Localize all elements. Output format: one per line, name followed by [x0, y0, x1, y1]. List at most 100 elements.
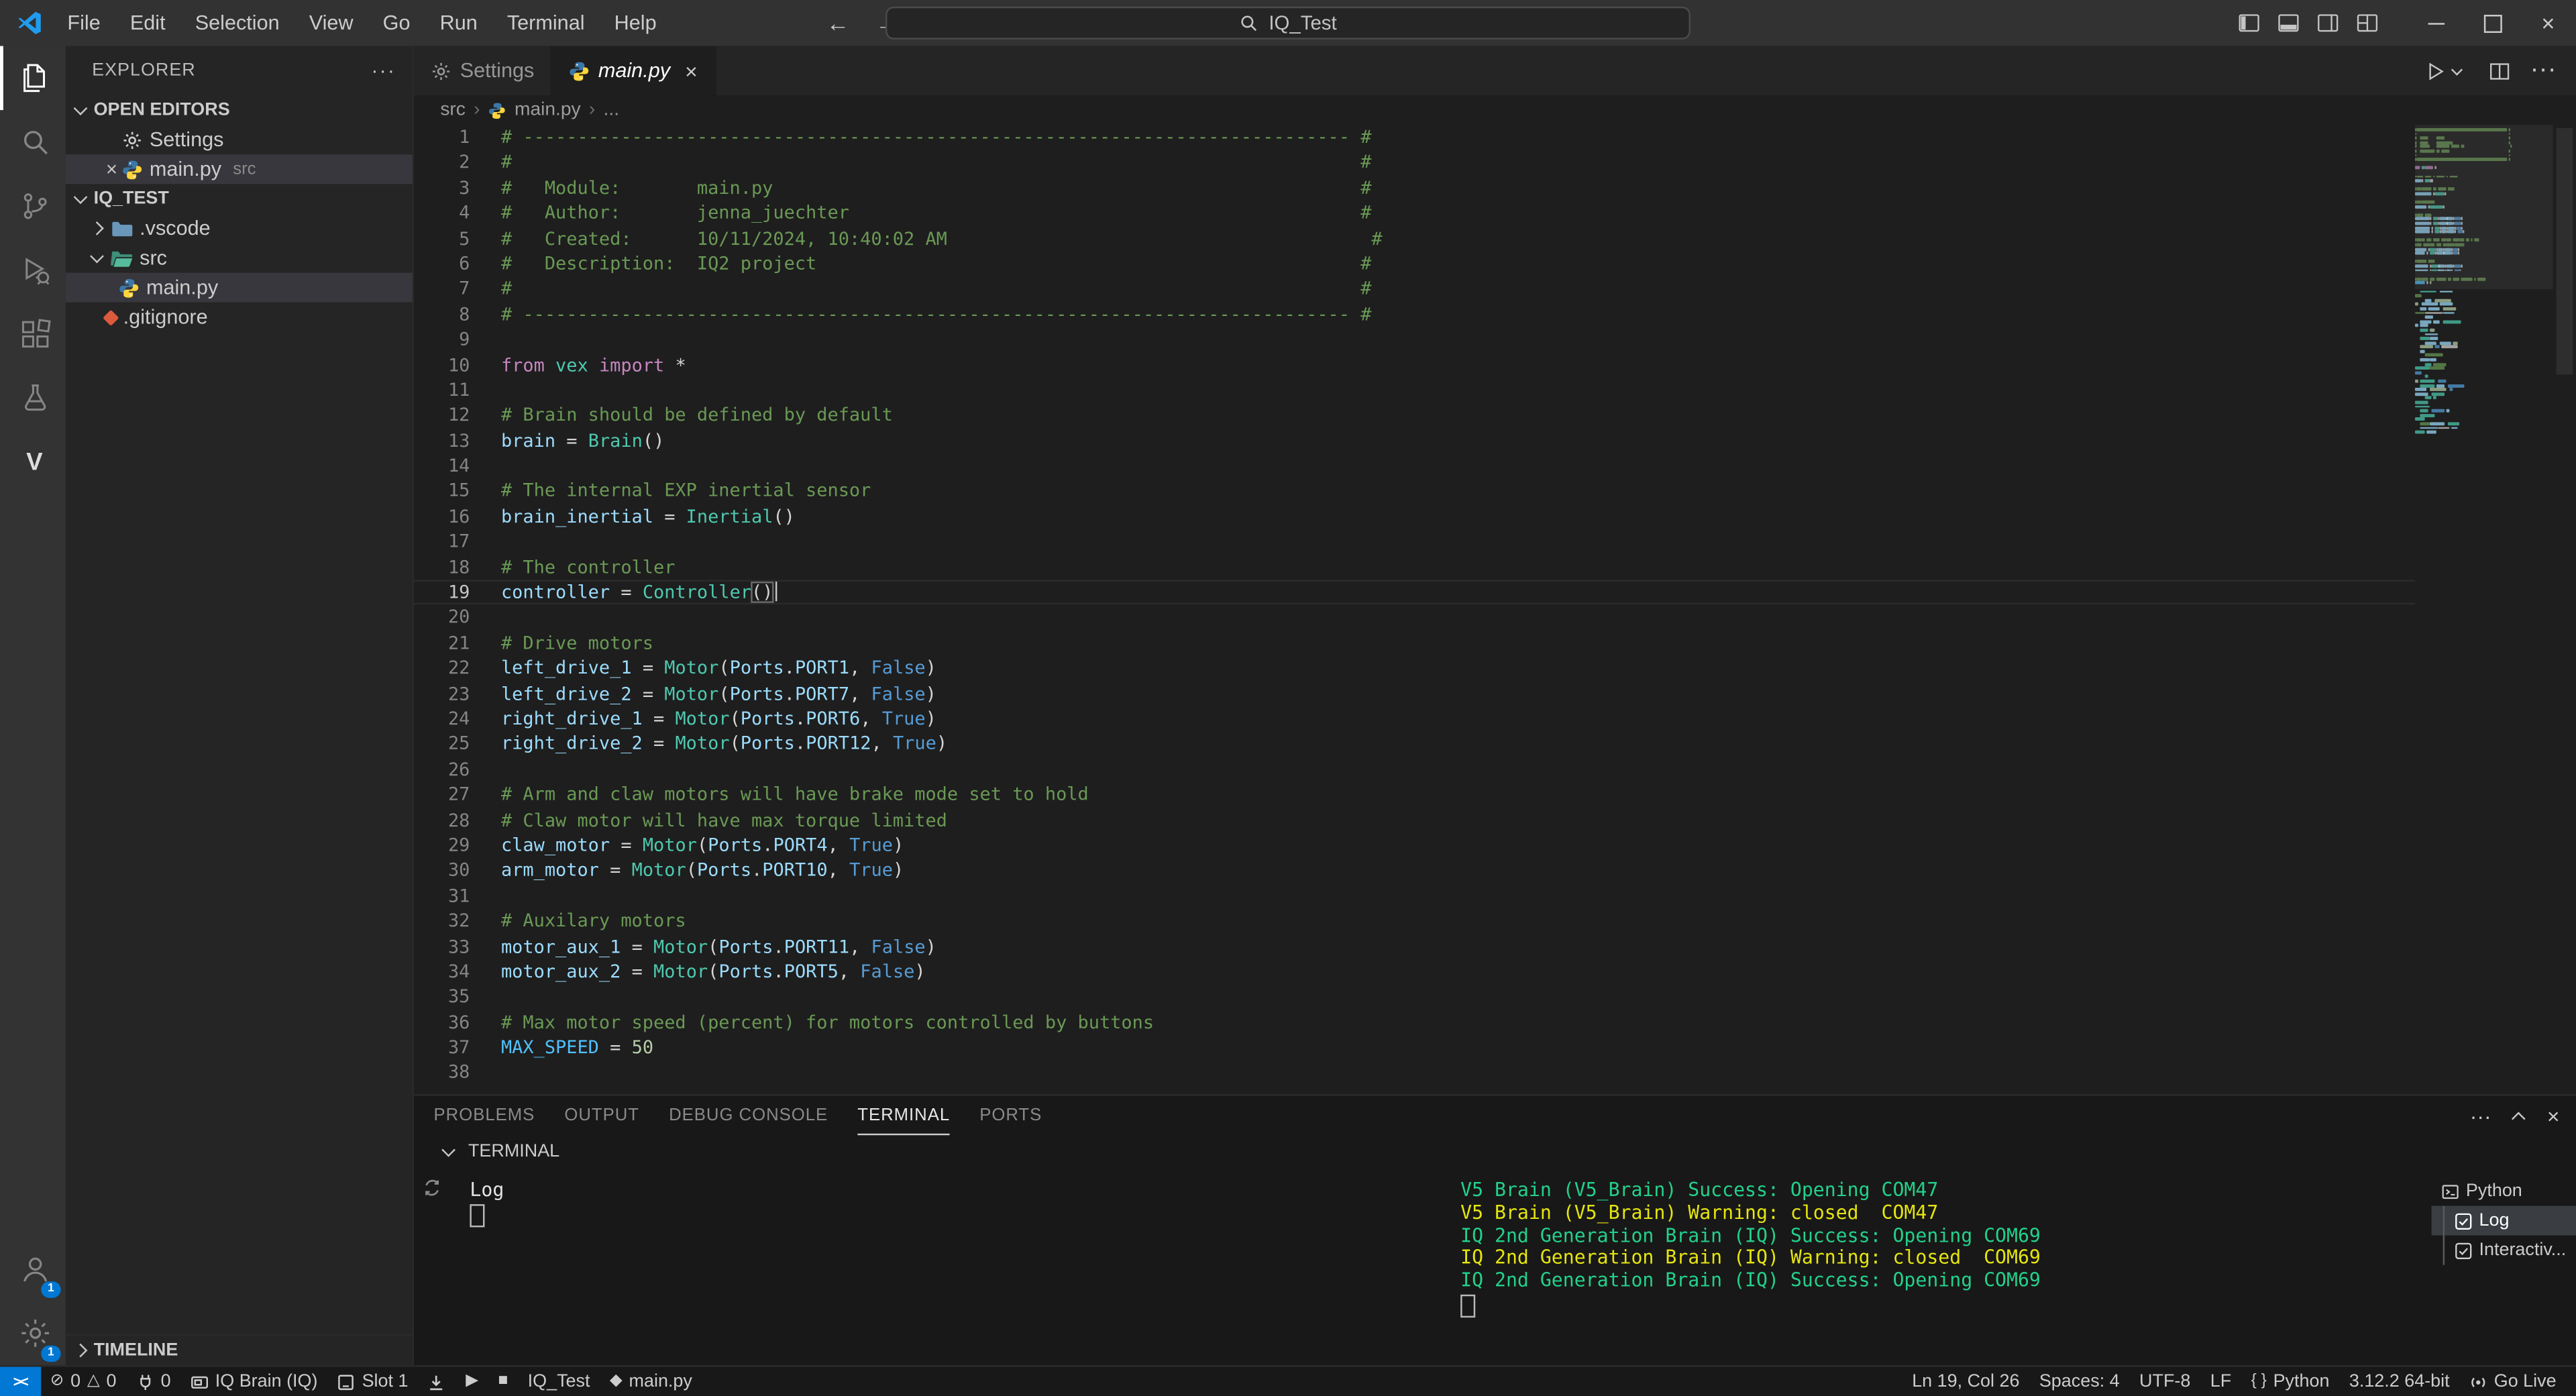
menu-view[interactable]: View: [294, 7, 368, 40]
terminal-section-chevron-icon[interactable]: [441, 1143, 455, 1157]
code-line-18[interactable]: 18# The controller: [414, 555, 2415, 580]
close-tab-icon[interactable]: ×: [685, 58, 698, 83]
status-file[interactable]: ◆main.py: [600, 1367, 702, 1396]
status-indentation[interactable]: Spaces: 4: [2029, 1367, 2129, 1396]
menu-terminal[interactable]: Terminal: [492, 7, 600, 40]
status-download[interactable]: [418, 1367, 455, 1396]
code-line-17[interactable]: 17: [414, 529, 2415, 555]
code-line-8[interactable]: 8# -------------------------------------…: [414, 302, 2415, 327]
maximize-button[interactable]: [2464, 0, 2520, 46]
code-line-37[interactable]: 37MAX_SPEED = 50: [414, 1035, 2415, 1061]
back-button[interactable]: ←: [821, 10, 854, 36]
tree-item-vscode[interactable]: .vscode: [66, 213, 413, 243]
panel-tab-problems[interactable]: PROBLEMS: [434, 1095, 535, 1135]
toggle-secondary-sidebar-icon[interactable]: [2316, 11, 2339, 34]
code-line-35[interactable]: 35: [414, 985, 2415, 1010]
workspace-header[interactable]: IQ_TEST: [66, 184, 413, 213]
menu-selection[interactable]: Selection: [180, 7, 294, 40]
status-brain[interactable]: IQ Brain (IQ): [180, 1367, 327, 1396]
code-line-32[interactable]: 32# Auxilary motors: [414, 909, 2415, 934]
minimap[interactable]: [2415, 125, 2553, 1094]
terminal-instance-python[interactable]: Python: [2431, 1176, 2576, 1205]
code-line-19[interactable]: 19controller = Controller(): [414, 580, 2415, 606]
status-stop[interactable]: ■: [488, 1367, 518, 1396]
status-go-live[interactable]: Go Live: [2459, 1367, 2566, 1396]
status-encoding[interactable]: UTF-8: [2129, 1367, 2200, 1396]
menu-run[interactable]: Run: [425, 7, 492, 40]
code-line-7[interactable]: 7# #: [414, 276, 2415, 302]
tab-main-py[interactable]: main.py ×: [552, 46, 715, 95]
editor-more-button[interactable]: ···: [2530, 56, 2556, 85]
code-line-9[interactable]: 9: [414, 327, 2415, 353]
activity-explorer[interactable]: [0, 46, 66, 111]
code-line-26[interactable]: 26: [414, 757, 2415, 782]
activity-settings[interactable]: 1: [0, 1301, 66, 1366]
code-line-3[interactable]: 3# Module: main.py #: [414, 176, 2415, 201]
open-editor-main-py[interactable]: ×main.pysrc: [66, 154, 413, 184]
status-eol[interactable]: LF: [2200, 1367, 2241, 1396]
command-center-search[interactable]: IQ_Test: [885, 7, 1690, 40]
activity-extensions[interactable]: [0, 303, 66, 367]
status-slot[interactable]: Slot 1: [327, 1367, 418, 1396]
editor-scrollbar[interactable]: [2553, 125, 2576, 1094]
close-editor-icon[interactable]: ×: [102, 158, 121, 180]
tab-settings[interactable]: Settings: [414, 46, 552, 95]
customize-layout-icon[interactable]: [2356, 11, 2379, 34]
code-line-14[interactable]: 14: [414, 453, 2415, 479]
code-line-38[interactable]: 38: [414, 1061, 2415, 1086]
code-line-30[interactable]: 30arm_motor = Motor(Ports.PORT10, True): [414, 858, 2415, 883]
breadcrumb-item-file[interactable]: main.py: [515, 100, 581, 119]
menu-help[interactable]: Help: [600, 7, 672, 40]
code-line-34[interactable]: 34motor_aux_2 = Motor(Ports.PORT5, False…: [414, 959, 2415, 985]
code-line-25[interactable]: 25right_drive_2 = Motor(Ports.PORT12, Tr…: [414, 732, 2415, 757]
open-editor-settings[interactable]: Settings: [66, 125, 413, 154]
activity-vex[interactable]: V: [0, 431, 66, 495]
code-line-28[interactable]: 28# Claw motor will have max torque limi…: [414, 808, 2415, 833]
code-line-24[interactable]: 24right_drive_1 = Motor(Ports.PORT6, Tru…: [414, 706, 2415, 732]
code-line-2[interactable]: 2# #: [414, 150, 2415, 176]
panel-tab-output[interactable]: OUTPUT: [564, 1095, 639, 1135]
activity-search[interactable]: [0, 110, 66, 174]
panel-tab-ports[interactable]: PORTS: [979, 1095, 1042, 1135]
terminal-instance-log[interactable]: Log: [2431, 1206, 2576, 1236]
minimap-slider[interactable]: [2415, 125, 2553, 289]
code-line-31[interactable]: 31: [414, 883, 2415, 909]
code-line-1[interactable]: 1# -------------------------------------…: [414, 125, 2415, 150]
terminal-pane-log[interactable]: Log: [414, 1168, 1428, 1365]
status-device-count[interactable]: 0: [126, 1367, 180, 1396]
status-run[interactable]: ▶: [456, 1367, 488, 1396]
code-line-4[interactable]: 4# Author: jenna_juechter #: [414, 201, 2415, 226]
toggle-sidebar-icon[interactable]: [2238, 11, 2261, 34]
timeline-header[interactable]: TIMELINE: [66, 1334, 413, 1366]
minimize-button[interactable]: [2408, 0, 2464, 46]
toggle-panel-icon[interactable]: [2277, 11, 2300, 34]
status-language[interactable]: { }Python: [2241, 1367, 2339, 1396]
activity-testing[interactable]: [0, 366, 66, 431]
status-project[interactable]: IQ_Test: [518, 1367, 600, 1396]
menu-edit[interactable]: Edit: [115, 7, 180, 40]
breadcrumb-item-src[interactable]: src: [440, 100, 466, 119]
activity-run-debug[interactable]: [0, 238, 66, 303]
code-line-11[interactable]: 11: [414, 378, 2415, 403]
code-line-6[interactable]: 6# Description: IQ2 project #: [414, 252, 2415, 277]
code-line-12[interactable]: 12# Brain should be defined by default: [414, 403, 2415, 429]
code-line-5[interactable]: 5# Created: 10/11/2024, 10:40:02 AM #: [414, 226, 2415, 252]
code-area[interactable]: 1# -------------------------------------…: [414, 125, 2415, 1094]
code-line-27[interactable]: 27# Arm and claw motors will have brake …: [414, 782, 2415, 808]
terminal-sync-icon[interactable]: [422, 1178, 441, 1197]
code-line-33[interactable]: 33motor_aux_1 = Motor(Ports.PORT11, Fals…: [414, 934, 2415, 959]
tree-item-main-py[interactable]: main.py: [66, 273, 413, 303]
code-line-10[interactable]: 10from vex import *: [414, 352, 2415, 378]
tree-item-src[interactable]: src: [66, 243, 413, 272]
open-editors-header[interactable]: OPEN EDITORS: [66, 95, 413, 125]
split-editor-icon[interactable]: [2489, 60, 2510, 81]
code-line-21[interactable]: 21# Drive motors: [414, 631, 2415, 656]
menu-go[interactable]: Go: [368, 7, 425, 40]
code-line-23[interactable]: 23left_drive_2 = Motor(Ports.PORT7, Fals…: [414, 681, 2415, 706]
activity-accounts[interactable]: 1: [0, 1237, 66, 1301]
terminal-pane-output[interactable]: V5 Brain (V5_Brain) Success: Opening COM…: [1428, 1168, 2431, 1365]
tree-item-gitignore[interactable]: .gitignore: [66, 303, 413, 332]
panel-tab-debug-console[interactable]: DEBUG CONSOLE: [669, 1095, 828, 1135]
breadcrumb-item-symbol[interactable]: ...: [604, 100, 619, 119]
run-python-file-button[interactable]: [2425, 60, 2469, 81]
